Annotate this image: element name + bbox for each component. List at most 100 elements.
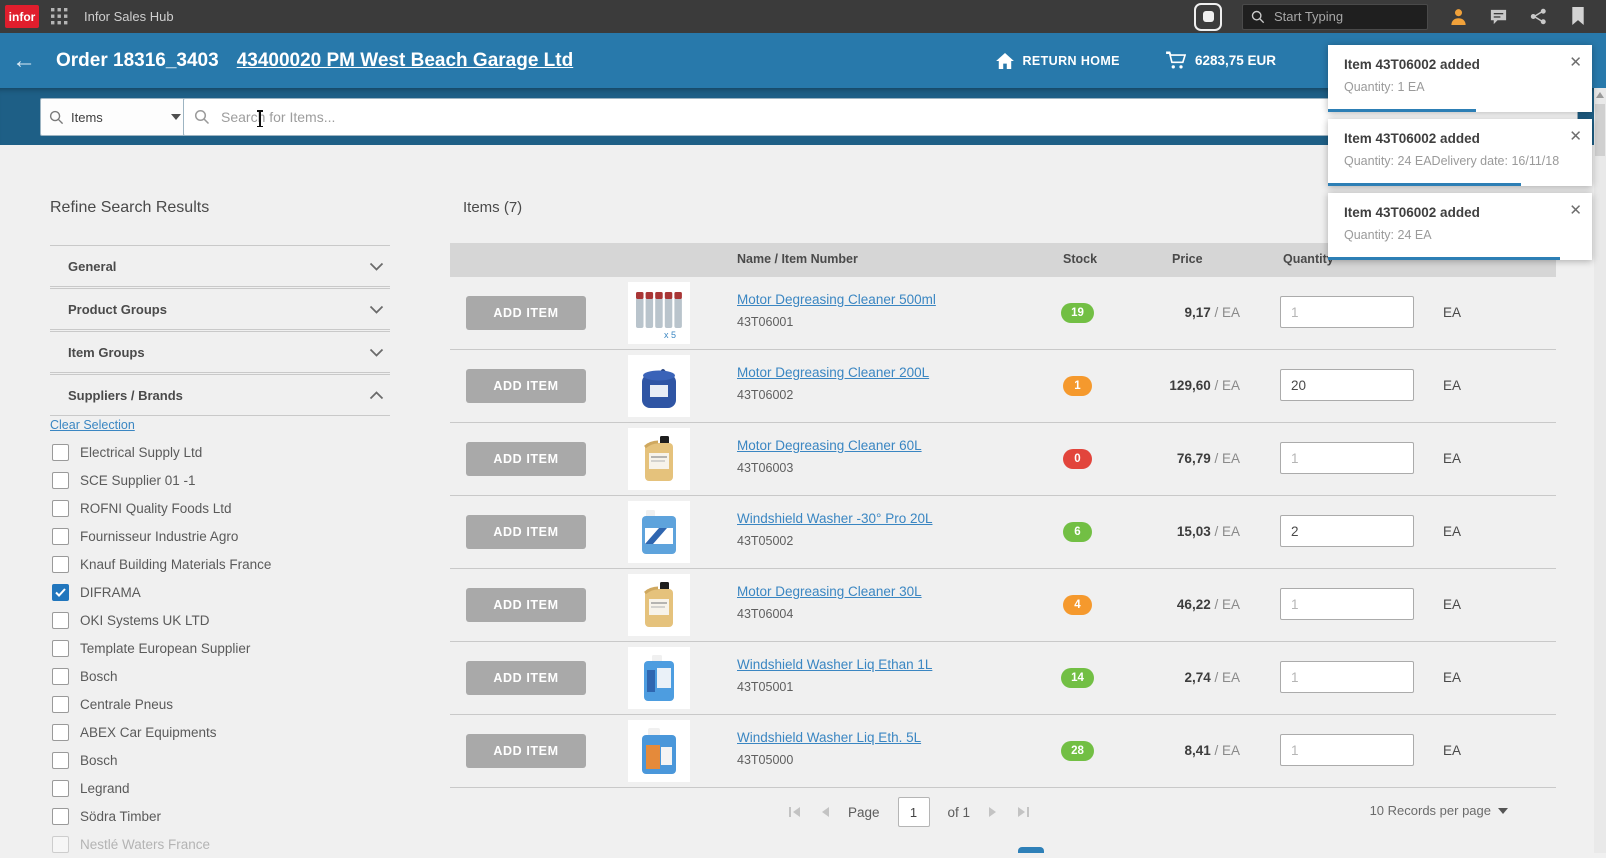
item-table-row: ADD ITEM Windshield Washer -30° Pro 20L …	[450, 496, 1556, 569]
supplier-filter-option[interactable]: Bosch	[50, 662, 390, 690]
pagination-prev-icon[interactable]	[820, 806, 830, 818]
filter-section-header[interactable]: Suppliers / Brands	[50, 374, 390, 416]
chat-icon[interactable]	[1488, 7, 1508, 27]
checkbox[interactable]	[52, 780, 69, 797]
scrollbar-thumb[interactable]	[1595, 104, 1605, 156]
quantity-input[interactable]	[1280, 588, 1414, 620]
checkbox[interactable]	[52, 696, 69, 713]
checkbox[interactable]	[52, 808, 69, 825]
add-item-button[interactable]: ADD ITEM	[466, 296, 586, 330]
supplier-filter-option[interactable]: ABEX Car Equipments	[50, 718, 390, 746]
filter-section-header[interactable]: Product Groups	[50, 288, 390, 330]
stock-badge: 4	[1063, 595, 1092, 615]
quantity-input[interactable]	[1280, 442, 1414, 474]
quantity-input[interactable]	[1280, 369, 1414, 401]
add-item-button[interactable]: ADD ITEM	[466, 734, 586, 768]
search-scope-dropdown[interactable]: Items	[40, 98, 190, 136]
widget-icon[interactable]	[1194, 3, 1222, 31]
checkbox[interactable]	[52, 640, 69, 657]
pagination-next-icon[interactable]	[988, 806, 998, 818]
infor-logo: infor	[5, 5, 39, 28]
item-price: 15,03 / EA	[1100, 524, 1240, 539]
global-search-input[interactable]	[1272, 8, 1396, 25]
quantity-input[interactable]	[1280, 515, 1414, 547]
supplier-filter-option[interactable]: Nestlé Waters France	[50, 830, 390, 858]
item-table-row: ADD ITEM x 5 Motor Degreasing Cleaner 50…	[450, 277, 1556, 350]
toast-progress-bar	[1328, 257, 1560, 260]
add-item-button[interactable]: ADD ITEM	[466, 369, 586, 403]
item-name-link[interactable]: Windshield Washer Liq Ethan 1L	[737, 657, 932, 672]
close-icon[interactable]: ✕	[1569, 55, 1582, 70]
checkbox[interactable]	[52, 612, 69, 629]
toast-title: Item 43T06002 added	[1344, 57, 1578, 72]
supplier-filter-option[interactable]: Bosch	[50, 746, 390, 774]
close-icon[interactable]: ✕	[1569, 129, 1582, 144]
share-icon[interactable]	[1528, 7, 1548, 27]
item-name-link[interactable]: Motor Degreasing Cleaner 30L	[737, 584, 922, 599]
add-item-button[interactable]: ADD ITEM	[466, 515, 586, 549]
pagination-last-icon[interactable]	[1016, 806, 1030, 818]
item-name-link[interactable]: Motor Degreasing Cleaner 500ml	[737, 292, 936, 307]
clear-selection-link[interactable]: Clear Selection	[50, 418, 135, 432]
add-item-button[interactable]: ADD ITEM	[466, 442, 586, 476]
product-image	[628, 720, 690, 782]
supplier-filter-option[interactable]: OKI Systems UK LTD	[50, 606, 390, 634]
supplier-filter-option[interactable]: Knauf Building Materials France	[50, 550, 390, 578]
item-name-link[interactable]: Windshield Washer -30° Pro 20L	[737, 511, 933, 526]
filter-section-header[interactable]: General	[50, 245, 390, 287]
customer-link[interactable]: 43400020 PM West Beach Garage Ltd	[237, 50, 574, 72]
bookmark-icon[interactable]	[1568, 7, 1588, 27]
supplier-filter-option[interactable]: DIFRAMA	[50, 578, 390, 606]
filter-section-header[interactable]: Item Groups	[50, 331, 390, 373]
quantity-input[interactable]	[1280, 734, 1414, 766]
supplier-filter-option[interactable]: Legrand	[50, 774, 390, 802]
checkbox[interactable]	[52, 668, 69, 685]
app-grid-icon[interactable]	[51, 8, 68, 25]
add-item-button[interactable]: ADD ITEM	[466, 588, 586, 622]
checkbox[interactable]	[52, 836, 69, 853]
cart-button[interactable]: 6283,75 EUR	[1166, 51, 1276, 70]
page-number-input[interactable]	[898, 797, 930, 827]
checkbox[interactable]	[52, 724, 69, 741]
checkbox[interactable]	[52, 584, 69, 601]
item-name-link[interactable]: Windshield Washer Liq Eth. 5L	[737, 730, 921, 745]
stock-badge: 0	[1063, 449, 1092, 469]
checkbox[interactable]	[52, 556, 69, 573]
supplier-filter-option[interactable]: Centrale Pneus	[50, 690, 390, 718]
checkbox[interactable]	[52, 752, 69, 769]
add-item-button[interactable]: ADD ITEM	[466, 661, 586, 695]
stock-badge: 28	[1061, 741, 1094, 761]
supplier-filter-option[interactable]: Södra Timber	[50, 802, 390, 830]
product-image	[628, 501, 690, 563]
supplier-filter-option[interactable]: Fournisseur Industrie Agro	[50, 522, 390, 550]
close-icon[interactable]: ✕	[1569, 203, 1582, 218]
quantity-input[interactable]	[1280, 296, 1414, 328]
product-image: x 5	[628, 282, 690, 344]
supplier-filter-option[interactable]: SCE Supplier 01 -1	[50, 466, 390, 494]
vertical-scrollbar[interactable]	[1594, 88, 1606, 853]
toast-body: Quantity: 24 EADelivery date: 16/11/18	[1344, 154, 1578, 168]
toast-notification: Item 43T06002 added Quantity: 24 EADeliv…	[1328, 119, 1592, 186]
scrollbar-up-arrow[interactable]	[1596, 92, 1604, 98]
supplier-filter-option[interactable]: Electrical Supply Ltd	[50, 438, 390, 466]
item-name-link[interactable]: Motor Degreasing Cleaner 60L	[737, 438, 922, 453]
items-count-title: Items (7)	[463, 199, 522, 216]
supplier-filter-option[interactable]: ROFNI Quality Foods Ltd	[50, 494, 390, 522]
person-icon[interactable]	[1448, 7, 1468, 27]
checkbox[interactable]	[52, 472, 69, 489]
item-name-link[interactable]: Motor Degreasing Cleaner 200L	[737, 365, 929, 380]
quantity-input[interactable]	[1280, 661, 1414, 693]
pagination-first-icon[interactable]	[788, 806, 802, 818]
return-home-button[interactable]: RETURN HOME	[996, 53, 1119, 69]
checkbox[interactable]	[52, 528, 69, 545]
supplier-filter-option[interactable]: Template European Supplier	[50, 634, 390, 662]
items-table: ADD ITEM x 5 Motor Degreasing Cleaner 50…	[450, 277, 1556, 788]
toast-stack: Item 43T06002 added Quantity: 1 EA ✕ Ite…	[1328, 45, 1592, 260]
checkbox[interactable]	[52, 500, 69, 517]
checkbox[interactable]	[52, 444, 69, 461]
back-arrow-icon[interactable]: ←	[12, 49, 46, 73]
item-number: 43T06002	[737, 388, 1047, 402]
records-per-page-dropdown[interactable]: 10 Records per page	[1370, 803, 1508, 818]
item-unit: EA	[1443, 743, 1461, 758]
chevron-up-icon	[369, 391, 384, 400]
